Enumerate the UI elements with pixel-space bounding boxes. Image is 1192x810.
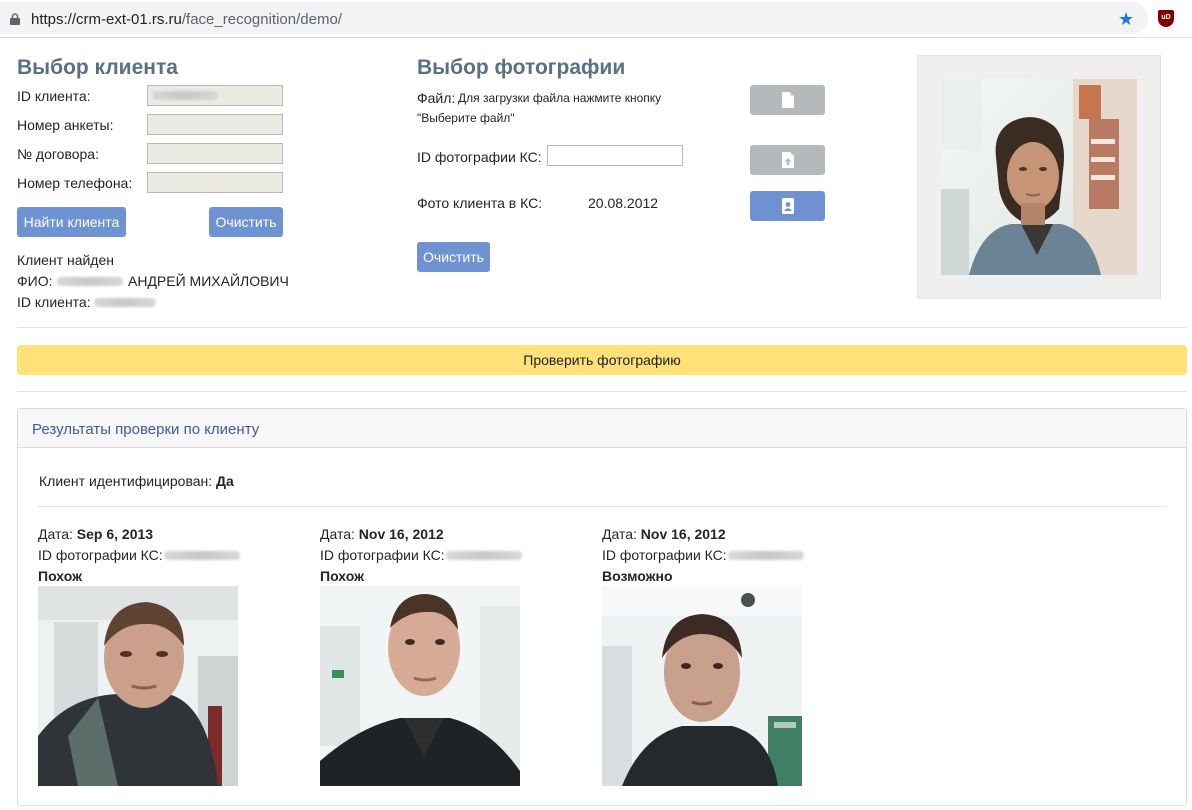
result-date-row: Дата: Nov 16, 2012	[320, 526, 444, 542]
result-date: Sep 6, 2013	[76, 526, 154, 542]
found-client-id-redacted	[94, 298, 156, 307]
result-date-row: Дата: Nov 16, 2012	[602, 526, 726, 542]
upload-icon	[781, 152, 794, 168]
result-photo-id-redacted	[164, 551, 240, 560]
file-hint-line1: Для загрузки файла нажмите кнопку	[458, 91, 662, 105]
result-photo-id-label: ID фотографии КС:	[38, 547, 163, 563]
photo-select-title: Выбор фотографии	[417, 56, 626, 79]
fio-label: ФИО:	[17, 273, 53, 289]
fio-surname-redacted	[57, 277, 123, 286]
results-card: Результаты проверки по клиенту Клиент ид…	[17, 408, 1187, 806]
client-found-text: Клиент найден	[17, 252, 114, 268]
choose-file-button[interactable]	[750, 85, 825, 115]
result-date: Nov 16, 2012	[358, 526, 444, 542]
results-title: Результаты проверки по клиенту	[32, 421, 260, 438]
verify-photo-button[interactable]: Проверить фотографию	[17, 345, 1187, 375]
phone-label: Номер телефона:	[17, 175, 133, 191]
uploaded-photo-frame	[917, 55, 1161, 299]
ks-photo-button[interactable]	[750, 191, 825, 221]
url-field[interactable]: https://crm-ext-01.rs.ru/face_recognitio…	[0, 2, 1148, 34]
found-client-id-label: ID клиента:	[17, 294, 91, 310]
form-number-field[interactable]	[147, 114, 283, 135]
result-photo-id-label: ID фотографии КС:	[320, 547, 445, 563]
fio-value: АНДРЕЙ МИХАЙЛОВИЧ	[128, 273, 289, 289]
phone-field[interactable]	[147, 172, 283, 193]
ks-photo-label: Фото клиента в КС:	[417, 195, 543, 211]
results-card-header: Результаты проверки по клиенту	[18, 409, 1186, 448]
result-verdict: Похож	[320, 568, 364, 584]
result-photo	[38, 586, 238, 786]
result-verdict: Похож	[38, 568, 82, 584]
result-date-label: Дата:	[320, 526, 355, 542]
result-date-label: Дата:	[602, 526, 637, 542]
clear-client-button[interactable]: Очистить	[209, 207, 283, 237]
result-date-label: Дата:	[38, 526, 73, 542]
divider	[17, 391, 1187, 392]
ublock-extension-icon[interactable]: uD	[1158, 10, 1174, 27]
result-photo	[602, 586, 802, 786]
uploaded-photo	[941, 79, 1137, 275]
result-photo-id-redacted	[728, 551, 804, 560]
photo-id-input[interactable]	[547, 145, 683, 166]
lock-icon	[10, 13, 20, 25]
upload-button[interactable]	[750, 145, 825, 175]
result-photo-id-redacted	[446, 551, 522, 560]
clear-photo-button[interactable]: Очистить	[417, 242, 490, 272]
divider	[38, 506, 1166, 507]
url-text: https://crm-ext-01.rs.ru/face_recognitio…	[31, 11, 342, 28]
photo-id-label: ID фотографии КС:	[417, 149, 542, 165]
divider	[17, 327, 1187, 328]
client-select-title: Выбор клиента	[17, 56, 178, 79]
bookmark-star-icon[interactable]: ★	[1118, 10, 1134, 28]
file-icon	[781, 92, 794, 108]
file-label: Файл:	[417, 90, 456, 106]
ks-photo-date: 20.08.2012	[588, 195, 659, 211]
result-date: Nov 16, 2012	[640, 526, 726, 542]
client-id-field[interactable]	[147, 85, 283, 106]
find-client-button[interactable]: Найти клиента	[17, 207, 126, 237]
result-date-row: Дата: Sep 6, 2013	[38, 526, 153, 542]
identified-row: Клиент идентифицирован: Да	[39, 473, 234, 489]
result-verdict: Возможно	[602, 568, 673, 584]
form-number-label: Номер анкеты:	[17, 117, 114, 133]
identified-label: Клиент идентифицирован:	[39, 473, 213, 489]
contract-label: № договора:	[17, 146, 99, 162]
result-photo-id-label: ID фотографии КС:	[602, 547, 727, 563]
url-host: https://crm-ext-01.rs.ru	[31, 11, 182, 28]
browser-address-bar: https://crm-ext-01.rs.ru/face_recognitio…	[0, 0, 1192, 38]
file-hint-line2: "Выберите файл"	[417, 111, 515, 125]
url-path: /face_recognition/demo/	[181, 11, 342, 28]
contact-card-icon	[781, 198, 794, 214]
client-id-label: ID клиента:	[17, 88, 91, 104]
contract-field[interactable]	[147, 143, 283, 164]
result-photo	[320, 586, 520, 786]
identified-value: Да	[216, 473, 234, 489]
